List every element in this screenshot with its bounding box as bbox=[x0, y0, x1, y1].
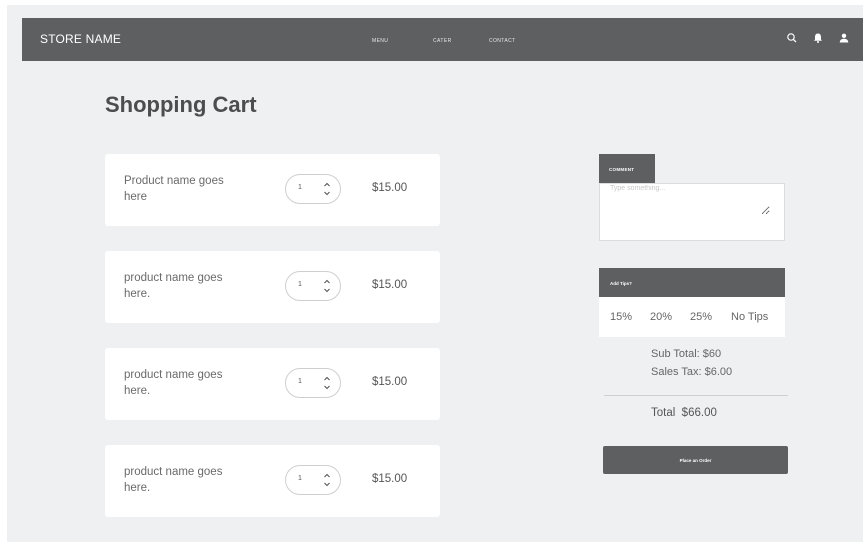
tip-option-20[interactable]: 20% bbox=[650, 311, 672, 323]
tip-option-no-tips[interactable]: No Tips bbox=[731, 311, 768, 323]
nav-link-cater[interactable]: CATER bbox=[433, 38, 452, 44]
tips-header: Add Tips? bbox=[599, 268, 785, 297]
quantity-stepper[interactable]: 1 bbox=[285, 174, 341, 204]
top-navbar: STORE NAME MENU CATER CONTACT bbox=[22, 18, 863, 61]
product-name: Product name goes here bbox=[124, 175, 224, 203]
quantity-stepper[interactable]: 1 bbox=[285, 465, 341, 495]
stepper-arrows-icon[interactable] bbox=[322, 471, 332, 489]
cart-item: Product name goes here 1 $15.00 bbox=[105, 154, 440, 226]
store-name-logo[interactable]: STORE NAME bbox=[40, 32, 121, 46]
stepper-arrows-icon[interactable] bbox=[322, 277, 332, 295]
product-name: product name goes here. bbox=[124, 272, 223, 300]
quantity-stepper[interactable]: 1 bbox=[285, 271, 341, 301]
product-price: $15.00 bbox=[372, 279, 408, 291]
product-price: $15.00 bbox=[372, 473, 408, 485]
quantity-value: 1 bbox=[298, 378, 302, 385]
tip-option-15[interactable]: 15% bbox=[610, 311, 632, 323]
tips-header-label: Add Tips? bbox=[610, 281, 632, 286]
user-icon[interactable] bbox=[838, 32, 850, 44]
bell-icon[interactable] bbox=[812, 32, 824, 44]
comment-tab: COMMENT bbox=[599, 154, 655, 183]
sales-tax-text: Sales Tax: $6.00 bbox=[651, 366, 733, 378]
place-order-button[interactable]: Place an Order bbox=[603, 446, 788, 474]
quantity-value: 1 bbox=[298, 184, 302, 191]
tip-option-25[interactable]: 25% bbox=[690, 311, 712, 323]
cart-item: product name goes here. 1 $15.00 bbox=[105, 348, 440, 420]
product-name: product name goes here. bbox=[124, 466, 223, 494]
nav-link-contact[interactable]: CONTACT bbox=[489, 38, 516, 44]
tips-options: 15% 20% 25% No Tips bbox=[599, 297, 785, 337]
product-price: $15.00 bbox=[372, 182, 408, 194]
stepper-arrows-icon[interactable] bbox=[322, 180, 332, 198]
comment-tab-label: COMMENT bbox=[609, 167, 635, 172]
product-name: product name goes here. bbox=[124, 369, 223, 397]
product-price: $15.00 bbox=[372, 376, 408, 388]
cart-item: product name goes here. 1 $15.00 bbox=[105, 445, 440, 517]
quantity-value: 1 bbox=[298, 281, 302, 288]
page-title: Shopping Cart bbox=[105, 92, 257, 117]
comment-input[interactable] bbox=[610, 185, 770, 215]
subtotal-text: Sub Total: $60 bbox=[651, 348, 722, 360]
stepper-arrows-icon[interactable] bbox=[322, 374, 332, 392]
total-text: Total $66.00 bbox=[651, 407, 717, 419]
quantity-stepper[interactable]: 1 bbox=[285, 368, 341, 398]
search-icon[interactable] bbox=[786, 32, 798, 44]
quantity-value: 1 bbox=[298, 475, 302, 482]
nav-link-menu[interactable]: MENU bbox=[372, 38, 388, 44]
summary-divider bbox=[604, 395, 788, 396]
cart-item: product name goes here. 1 $15.00 bbox=[105, 251, 440, 323]
